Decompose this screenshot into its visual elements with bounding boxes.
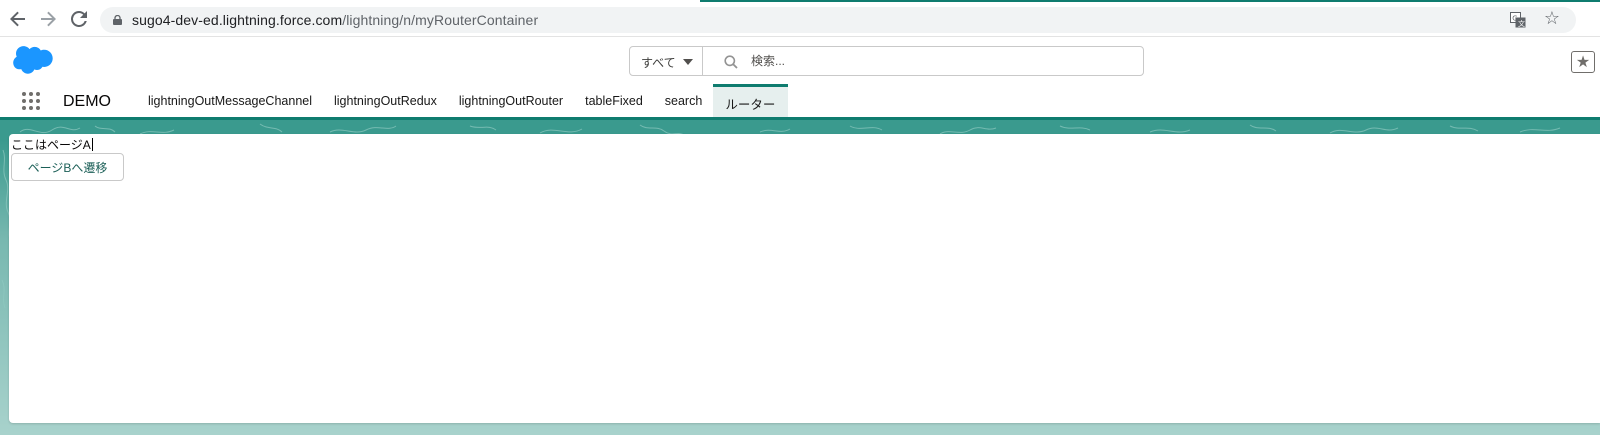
url-host: sugo4-dev-ed.lightning.force.com [132, 12, 343, 28]
svg-text:G: G [1512, 15, 1517, 23]
forward-arrow-icon[interactable] [37, 8, 59, 30]
search-input[interactable] [751, 52, 1131, 70]
app-name: DEMO [63, 93, 111, 110]
browser-toolbar: sugo4-dev-ed.lightning.force.com/lightni… [0, 2, 1600, 37]
text-cursor [91, 138, 93, 151]
url-path: /lightning/n/myRouterContainer [342, 12, 539, 28]
router-page-card: ここはページA ページBへ遷移 [9, 134, 1600, 423]
chevron-down-icon [683, 59, 693, 65]
salesforce-cloud-logo[interactable] [13, 46, 53, 74]
svg-text:文: 文 [1518, 19, 1525, 28]
nav-tabs: lightningOutMessageChannel lightningOutR… [137, 84, 789, 117]
tab-lightning-out-router[interactable]: lightningOutRouter [448, 84, 574, 117]
tab-lightning-out-message-channel[interactable]: lightningOutMessageChannel [137, 84, 323, 117]
translate-icon[interactable]: G文 [1510, 12, 1526, 28]
favorites-star-icon[interactable]: ★ [1571, 51, 1595, 73]
global-search-box[interactable] [702, 46, 1144, 76]
global-header: すべて ★ [0, 37, 1600, 84]
search-scope-label: すべて [641, 56, 676, 70]
bookmark-star-icon[interactable]: ☆ [1544, 8, 1560, 29]
tab-search[interactable]: search [654, 84, 714, 117]
search-scope-dropdown[interactable]: すべて [629, 46, 703, 76]
back-arrow-icon[interactable] [7, 8, 29, 30]
reload-icon[interactable] [68, 8, 90, 30]
lock-icon [113, 15, 122, 25]
app-launcher-icon[interactable] [22, 92, 42, 112]
tab-table-fixed[interactable]: tableFixed [574, 84, 654, 117]
tab-router[interactable]: ルーター [713, 84, 789, 117]
navigate-to-page-b-button[interactable]: ページBへ遷移 [11, 153, 124, 181]
page-a-label: ここはページA [11, 138, 91, 152]
tab-lightning-out-redux[interactable]: lightningOutRedux [323, 84, 448, 117]
search-icon [724, 55, 738, 69]
page-a-text: ここはページA [11, 136, 93, 153]
address-bar[interactable]: sugo4-dev-ed.lightning.force.com/lightni… [100, 7, 1576, 33]
app-navigation-bar: DEMO lightningOutMessageChannel lightnin… [0, 84, 1600, 120]
url-text: sugo4-dev-ed.lightning.force.com/lightni… [132, 12, 538, 28]
